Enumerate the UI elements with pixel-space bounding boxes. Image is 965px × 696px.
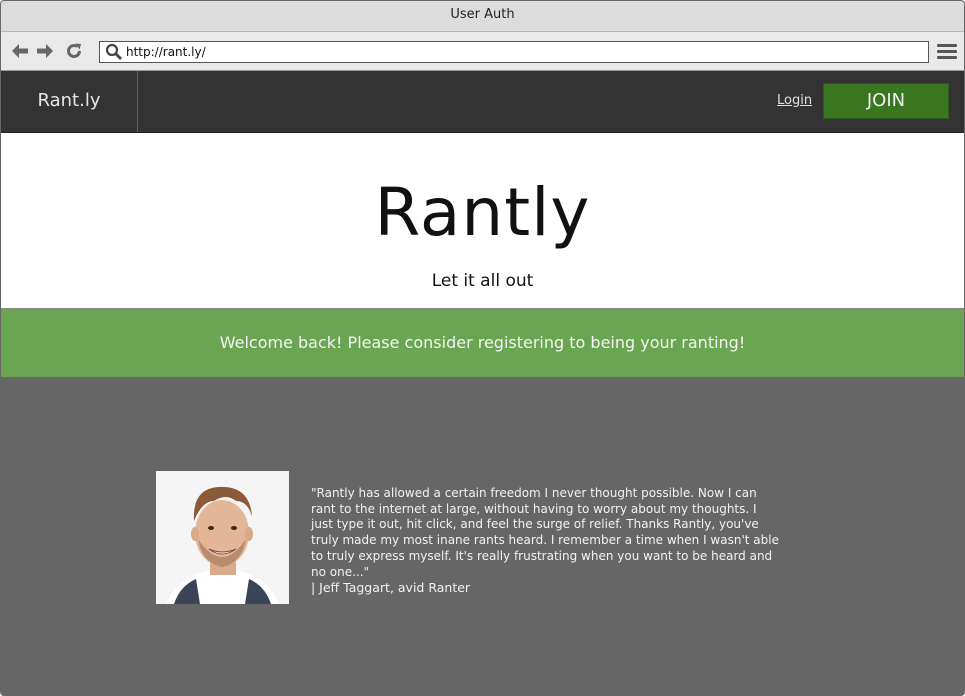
back-arrow-icon[interactable] [10, 41, 30, 61]
reload-icon[interactable] [64, 41, 84, 61]
browser-toolbar: http://rant.ly/ [1, 32, 964, 71]
url-text: http://rant.ly/ [126, 45, 206, 59]
hero-title: Rantly [374, 174, 591, 251]
brand-logo[interactable]: Rant.ly [1, 71, 138, 132]
testimonial-author: | Jeff Taggart, avid Ranter [311, 580, 471, 595]
join-button[interactable]: JOIN [823, 83, 949, 119]
welcome-banner: Welcome back! Please consider registerin… [1, 309, 964, 377]
window-titlebar: User Auth [1, 1, 964, 32]
search-icon [105, 43, 123, 67]
forward-arrow-icon[interactable] [35, 41, 55, 61]
browser-window: User Auth http://rant.ly/ Rant.ly Login … [0, 0, 965, 696]
testimonial-avatar [156, 471, 289, 604]
window-title: User Auth [450, 7, 515, 22]
testimonial-section: "Rantly has allowed a certain freedom I … [1, 378, 964, 695]
hero-subtitle: Let it all out [431, 271, 534, 291]
address-bar[interactable]: http://rant.ly/ [99, 41, 929, 63]
testimonial-quote: "Rantly has allowed a certain freedom I … [311, 486, 779, 579]
hamburger-menu-icon[interactable] [937, 44, 957, 60]
welcome-message: Welcome back! Please consider registerin… [219, 333, 746, 352]
site-header: Rant.ly Login JOIN [1, 71, 964, 133]
login-link[interactable]: Login [777, 93, 812, 108]
hero-section: Rantly Let it all out [1, 133, 964, 309]
